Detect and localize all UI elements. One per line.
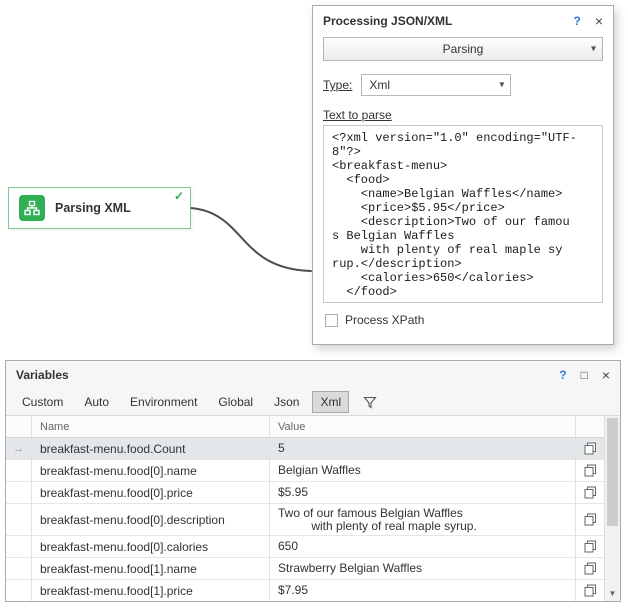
parsing-section-dropdown[interactable]: Parsing ▾ [323,37,603,61]
help-icon[interactable]: ? [559,368,566,382]
close-icon[interactable]: × [595,14,603,28]
table-row[interactable]: breakfast-menu.food[0].price $5.95 [6,482,604,504]
success-checkmark-icon: ✓ [174,189,184,203]
copy-icon [584,540,597,553]
variable-value: $7.95 [270,580,576,601]
variable-value: 5 [270,438,576,459]
vertical-scrollbar[interactable]: ▼ [604,416,620,601]
copy-button[interactable] [576,558,604,579]
table-row[interactable]: → breakfast-menu.food.Count 5 [6,438,604,460]
variables-panel-title: Variables [16,368,547,382]
variable-name: breakfast-menu.food[0].calories [32,536,270,557]
variable-value: Strawberry Belgian Waffles [270,558,576,579]
table-row[interactable]: breakfast-menu.food[0].description Two o… [6,504,604,536]
copy-icon [584,486,597,499]
copy-icon [584,562,597,575]
variable-value: $5.95 [270,482,576,503]
variable-name: breakfast-menu.food[0].description [32,504,270,535]
type-row: Type: Xml ▾ [323,74,603,96]
copy-button[interactable] [576,460,604,481]
scroll-down-button[interactable]: ▼ [605,585,620,601]
variables-panel-header: Variables ? □ × [6,361,620,389]
process-xpath-label: Process XPath [345,313,424,327]
type-dropdown[interactable]: Xml ▾ [361,74,511,96]
scrollbar-thumb[interactable] [607,418,618,526]
variable-name: breakfast-menu.food[0].price [32,482,270,503]
text-to-parse-input[interactable]: <?xml version="1.0" encoding="UTF- 8"?> … [323,125,603,303]
tab-json[interactable]: Json [266,391,307,413]
table-row[interactable]: breakfast-menu.food[1].price $7.95 [6,580,604,601]
copy-icon [584,442,597,455]
table-row[interactable]: breakfast-menu.food[0].name Belgian Waff… [6,460,604,482]
table-row[interactable]: breakfast-menu.food[0].calories 650 [6,536,604,558]
tab-custom[interactable]: Custom [14,391,71,413]
tab-global[interactable]: Global [210,391,261,413]
processing-panel-title: Processing JSON/XML [323,14,561,28]
variable-value: Two of our famous Belgian Waffles with p… [270,504,576,535]
xml-line: with plenty of real maple sy [332,243,594,257]
node-label: Parsing XML [55,201,131,215]
tab-environment[interactable]: Environment [122,391,205,413]
xml-line: <name>Belgian Waffles</name> [332,187,594,201]
xml-line: <?xml version="1.0" encoding="UTF- [332,131,594,145]
node-parsing-xml[interactable]: Parsing XML ✓ [8,187,191,229]
process-xpath-row: Process XPath [325,313,603,327]
variables-tabs: Custom Auto Environment Global Json Xml [6,389,620,415]
variables-grid: Name Value → breakfast-menu.food.Count 5… [6,415,620,601]
grid-header-row: Name Value [6,416,604,438]
header-indicator-cell [6,416,32,437]
processing-panel-header: Processing JSON/XML ? × [313,6,613,34]
copy-icon [584,584,597,597]
variables-panel: Variables ? □ × Custom Auto Environment … [5,360,621,602]
copy-button[interactable] [576,536,604,557]
process-xpath-checkbox[interactable] [325,314,338,327]
variable-name: breakfast-menu.food[1].name [32,558,270,579]
table-row[interactable]: breakfast-menu.food[1].name Strawberry B… [6,558,604,580]
row-indicator-icon: → [6,438,32,459]
chevron-down-icon: ▾ [591,43,596,54]
copy-button[interactable] [576,580,604,601]
copy-button[interactable] [576,482,604,503]
variable-name: breakfast-menu.food[0].name [32,460,270,481]
close-icon[interactable]: × [602,368,610,382]
copy-icon [584,513,597,526]
column-header-value[interactable]: Value [270,416,576,437]
xml-line: s Belgian Waffles [332,229,594,243]
text-to-parse-label: Text to parse [323,108,603,122]
tab-auto[interactable]: Auto [76,391,117,413]
variable-name: breakfast-menu.food[1].price [32,580,270,601]
help-icon[interactable]: ? [573,14,580,28]
xml-line: <price>$5.95</price> [332,201,594,215]
processing-panel: Processing JSON/XML ? × Parsing ▾ Type: … [312,5,614,345]
column-header-name[interactable]: Name [32,416,270,437]
maximize-icon[interactable]: □ [581,369,588,381]
xml-line: 8"?> [332,145,594,159]
xml-line: </food> [332,285,594,299]
tab-xml[interactable]: Xml [312,391,349,413]
filter-icon[interactable] [363,396,377,409]
copy-icon [584,464,597,477]
xml-line: <breakfast-menu> [332,159,594,173]
xml-line: <food> [332,173,594,187]
parsing-section-label: Parsing [324,42,602,56]
type-label: Type: [323,78,352,92]
xml-line: <calories>650</calories> [332,271,594,285]
chevron-down-icon: ▾ [499,79,504,90]
copy-button[interactable] [576,438,604,459]
sitemap-icon [19,195,45,221]
copy-button[interactable] [576,504,604,535]
xml-line: rup.</description> [332,257,594,271]
variable-value: Belgian Waffles [270,460,576,481]
type-dropdown-value: Xml [369,78,390,92]
variable-value: 650 [270,536,576,557]
variable-name: breakfast-menu.food.Count [32,438,270,459]
header-copy-cell [576,416,604,437]
xml-line: <description>Two of our famou [332,215,594,229]
